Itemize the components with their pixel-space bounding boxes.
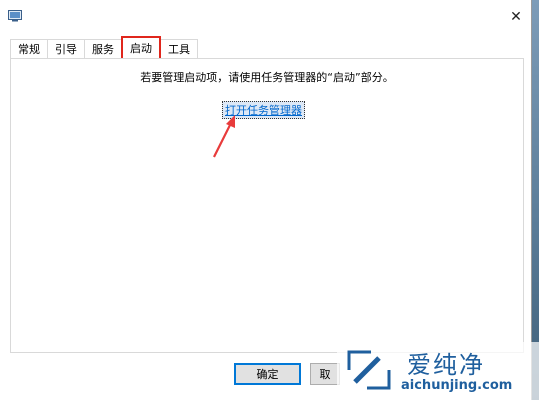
watermark-name: 爱纯净 — [407, 351, 485, 379]
startup-instruction-text: 若要管理启动项，请使用任务管理器的“启动”部分。 — [140, 71, 394, 84]
watermark-logo-icon — [347, 350, 391, 390]
tab-strip: 常规 引导 服务 启动 工具 — [10, 36, 198, 58]
watermark-url: aichunjing.com — [401, 378, 513, 393]
tab-tools[interactable]: 工具 — [160, 39, 198, 58]
msconfig-app-icon — [8, 10, 22, 22]
red-arrow-annotation-icon — [213, 115, 235, 158]
watermark: 爱纯净 aichunjing.com — [337, 342, 539, 400]
close-icon: ✕ — [510, 9, 522, 25]
system-configuration-window: ✕ 常规 引导 服务 启动 工具 若要管理启动项，请使用任务管理器的“启动”部分… — [0, 0, 532, 400]
tab-startup[interactable]: 启动 — [121, 36, 161, 58]
title-bar: ✕ — [0, 0, 531, 34]
close-button[interactable]: ✕ — [501, 0, 531, 34]
tab-services[interactable]: 服务 — [84, 39, 122, 58]
tab-boot[interactable]: 引导 — [47, 39, 85, 58]
ok-button[interactable]: 确定 — [234, 363, 301, 385]
startup-tab-panel: 若要管理启动项，请使用任务管理器的“启动”部分。 打开任务管理器 — [10, 58, 524, 353]
tab-general[interactable]: 常规 — [10, 39, 48, 58]
cancel-button[interactable]: 取 — [310, 363, 340, 385]
